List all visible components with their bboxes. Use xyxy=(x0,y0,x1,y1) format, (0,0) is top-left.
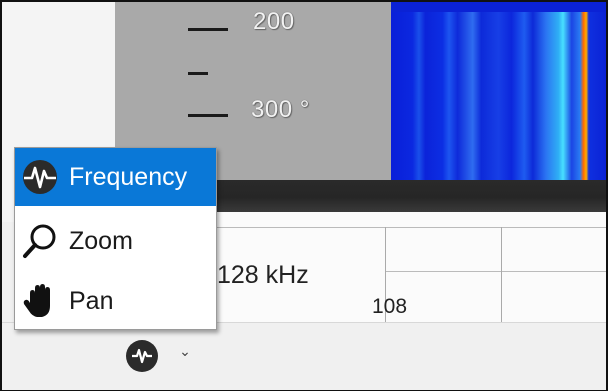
axis-tick-label: 200 xyxy=(253,8,295,35)
zoom-icon xyxy=(17,218,63,264)
frequency-icon xyxy=(132,348,152,364)
frequency-label: 128 kHz xyxy=(217,261,309,289)
mode-button[interactable] xyxy=(126,340,158,372)
grid-line xyxy=(501,227,502,322)
menu-item-frequency[interactable]: Frequency xyxy=(15,148,216,206)
menu-item-label: Zoom xyxy=(69,226,133,255)
menu-item-pan[interactable]: Pan xyxy=(15,272,216,330)
axis-tick xyxy=(188,114,228,117)
timeline-bar[interactable] xyxy=(215,180,606,212)
axis-minor-tick xyxy=(188,72,208,75)
grid-line xyxy=(385,271,606,272)
grid-line xyxy=(215,227,606,228)
pan-hand-icon xyxy=(17,278,63,324)
bottom-toolbar xyxy=(2,322,606,390)
frequency-icon xyxy=(17,154,63,200)
spectrogram-view[interactable] xyxy=(391,12,606,180)
axis-tick xyxy=(188,28,228,31)
menu-item-zoom[interactable]: Zoom xyxy=(15,212,216,270)
axis-tick-label: 300 ° xyxy=(251,96,310,123)
chevron-down-icon[interactable]: ⌄ xyxy=(176,342,194,360)
tool-mode-menu: Frequency Zoom Pan xyxy=(14,147,217,330)
menu-item-label: Pan xyxy=(69,286,114,315)
spectrogram-top xyxy=(391,2,606,12)
axis-value: 108 xyxy=(372,295,408,318)
menu-item-label: Frequency xyxy=(69,162,188,191)
